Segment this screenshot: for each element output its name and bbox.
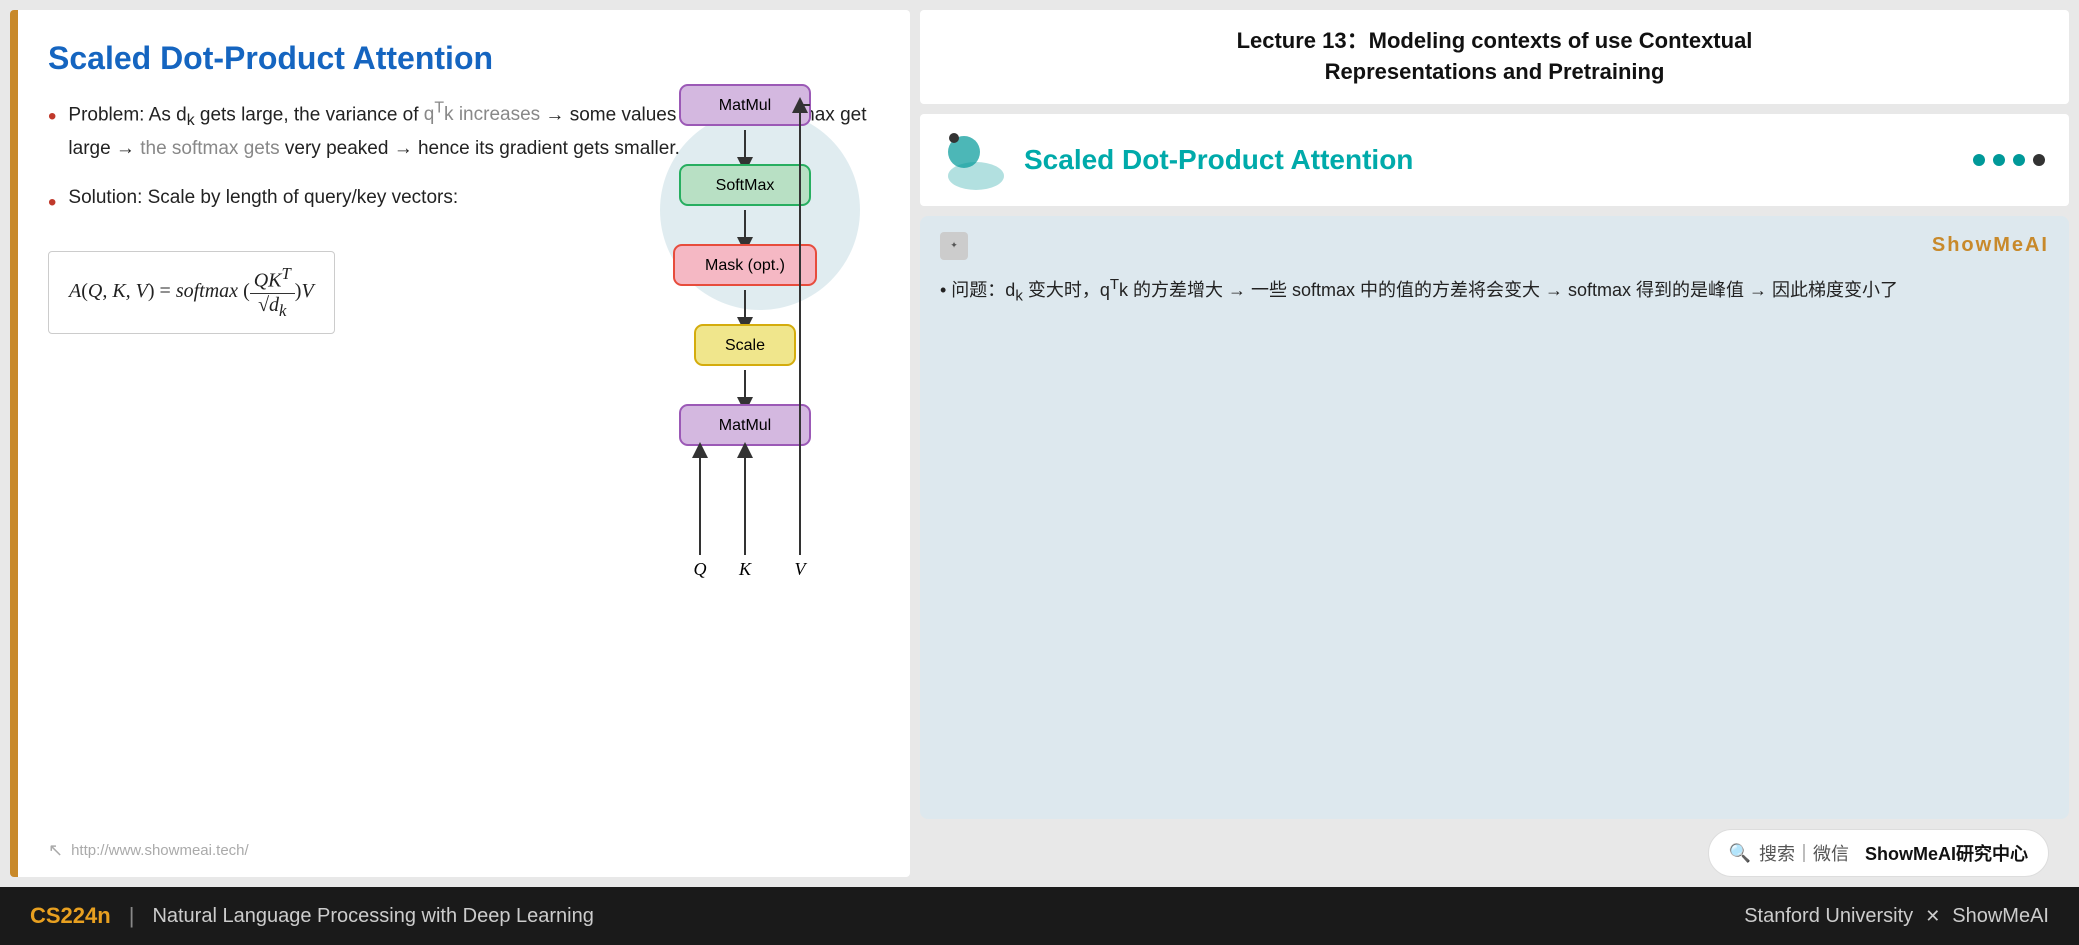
dot-1 — [1973, 154, 1985, 166]
bullet-text-2: Solution: Scale by length of query/key v… — [68, 183, 458, 212]
footer-url: http://www.showmeai.tech/ — [71, 842, 249, 859]
bullet-dot-1: • — [48, 99, 56, 135]
svg-text:Scale: Scale — [725, 337, 765, 354]
annotation-text: • 问题：dk 变大时，qTk 的方差增大 → 一些 softmax 中的值的方… — [940, 272, 2049, 309]
showmeai-brand-label: ShowMeAI — [1932, 234, 2049, 257]
cursor-icon: ↖ — [48, 840, 63, 861]
right-slide-title: Scaled Dot-Product Attention — [1024, 144, 1413, 176]
bottom-bar: CS224n | Natural Language Processing wit… — [0, 887, 2079, 945]
search-icon: 🔍 — [1729, 843, 1751, 864]
slide-panel: Scaled Dot-Product Attention • Problem: … — [10, 10, 910, 877]
right-slide-header: Scaled Dot-Product Attention — [920, 114, 2069, 206]
dot-3 — [2013, 154, 2025, 166]
lecture-header: Lecture 13：Modeling contexts of use Cont… — [920, 10, 2069, 104]
bullet-dot-2: • — [48, 185, 56, 221]
dot-2 — [1993, 154, 2005, 166]
svg-text:K: K — [738, 559, 752, 579]
search-text: 搜索｜微信 — [1759, 840, 1849, 866]
svg-text:Mask (opt.): Mask (opt.) — [705, 257, 785, 274]
showmeai-brand-bottom: ShowMeAI — [1952, 905, 2049, 928]
svg-text:Q: Q — [694, 559, 707, 579]
annotation-header: ✦ ShowMeAI — [940, 232, 2049, 260]
right-panel: Lecture 13：Modeling contexts of use Cont… — [920, 10, 2069, 877]
search-bar[interactable]: 🔍 搜索｜微信 ShowMeAI研究中心 — [1708, 829, 2049, 877]
svg-text:SoftMax: SoftMax — [716, 177, 775, 194]
slide-footer: ↖ http://www.showmeai.tech/ — [48, 840, 249, 861]
bottom-separator: | — [129, 903, 135, 929]
annotation-box: ✦ ShowMeAI • 问题：dk 变大时，qTk 的方差增大 → 一些 so… — [920, 216, 2069, 819]
formula-box: A(Q, K, V) = softmax ( QKT √dk )V — [48, 251, 335, 334]
course-code: CS224n — [30, 903, 111, 929]
lecture-title: Lecture 13：Modeling contexts of use Cont… — [944, 26, 2045, 88]
stanford-label: Stanford University — [1744, 905, 1913, 928]
diagram-area: MatMul SoftMax Mask (opt.) Scale — [620, 65, 900, 685]
svg-text:MatMul: MatMul — [719, 417, 771, 434]
bottom-right: Stanford University ✕ ShowMeAI — [1744, 905, 2049, 928]
showmeai-logo: ✦ — [940, 232, 968, 260]
dot-4 — [2033, 154, 2045, 166]
bottom-left: CS224n | Natural Language Processing wit… — [30, 903, 594, 929]
slide-dots — [1973, 154, 2045, 166]
svg-text:V: V — [795, 559, 808, 579]
search-brand: ShowMeAI研究中心 — [1865, 840, 2028, 866]
course-name: Natural Language Processing with Deep Le… — [152, 905, 593, 928]
slide-icon-right — [944, 128, 1008, 192]
x-symbol: ✕ — [1925, 906, 1940, 927]
svg-text:MatMul: MatMul — [719, 97, 771, 114]
search-row: 🔍 搜索｜微信 ShowMeAI研究中心 — [920, 829, 2069, 877]
